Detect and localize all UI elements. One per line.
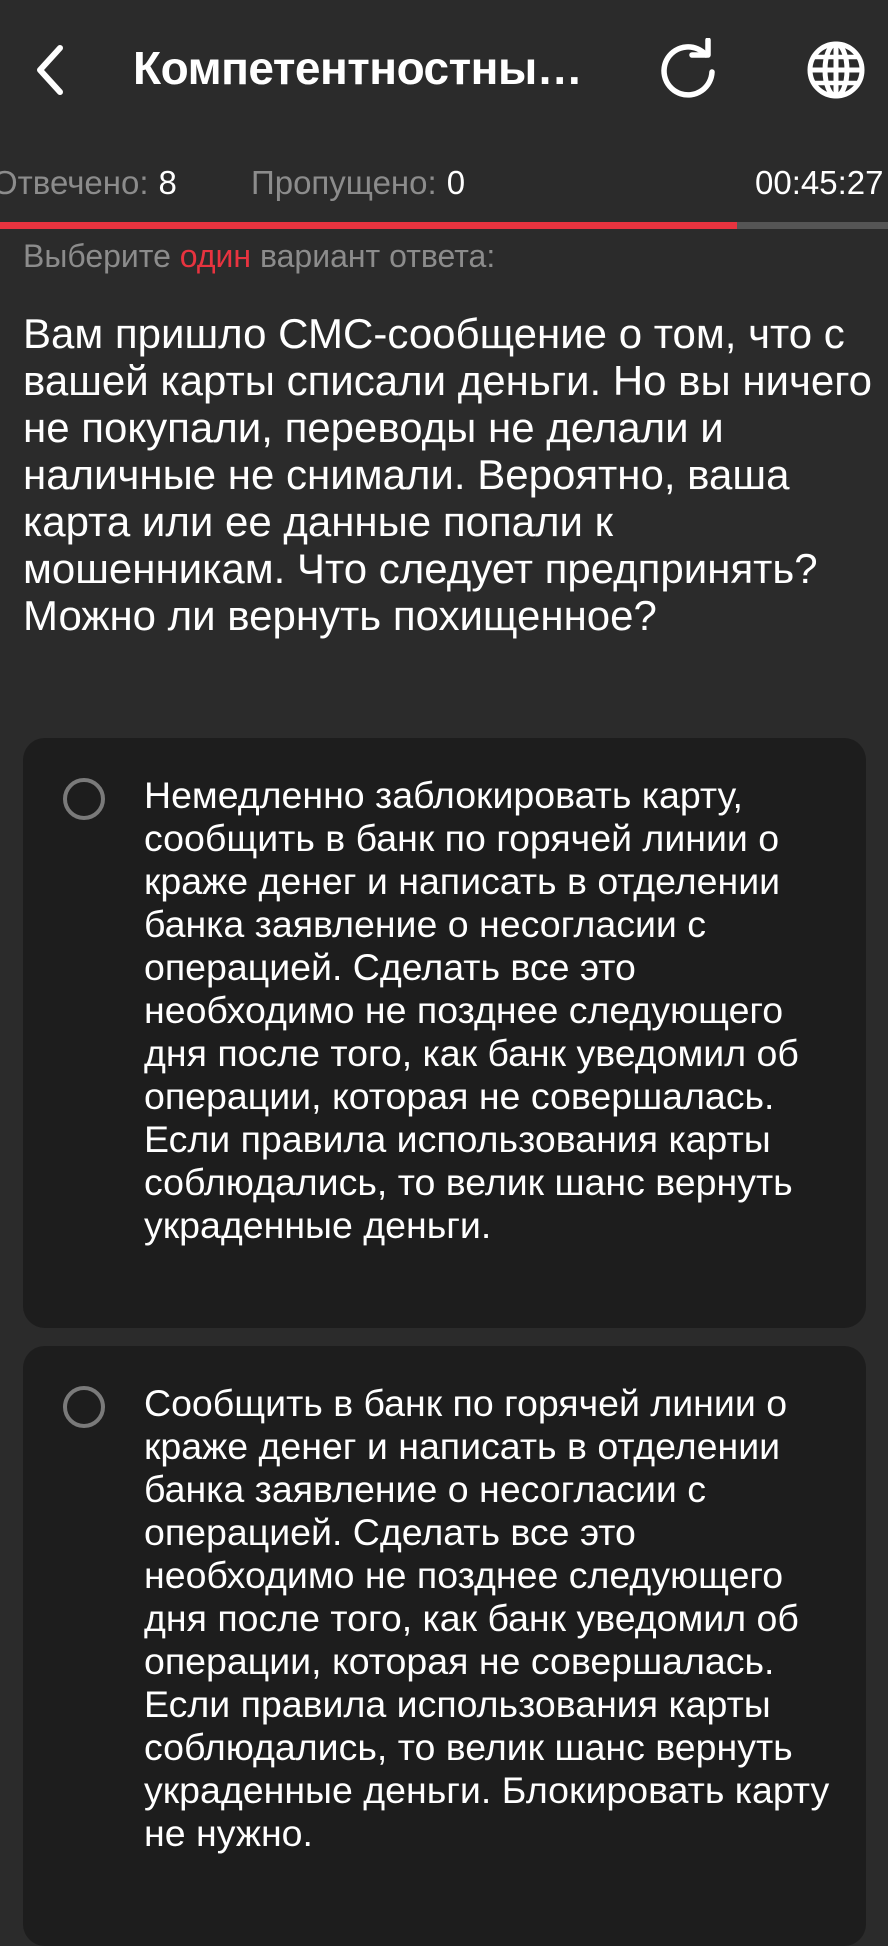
skipped-counter: Пропущено: 0 (251, 158, 465, 208)
refresh-icon (661, 38, 715, 98)
answer-option-1[interactable]: Немедленно заблокировать карту, сообщить… (23, 738, 866, 1328)
chevron-left-icon (37, 45, 63, 95)
page-title: Компетентностны… (133, 42, 583, 94)
app-bar: Компетентностны… (0, 0, 888, 140)
skipped-label: Пропущено: (251, 164, 437, 201)
answer-option-2[interactable]: Сообщить в банк по горячей линии о краже… (23, 1346, 866, 1946)
language-button[interactable] (796, 30, 876, 110)
answer-option-text: Сообщить в банк по горячей линии о краже… (144, 1382, 830, 1854)
refresh-button[interactable] (648, 30, 728, 110)
instruction-accent: один (179, 238, 252, 274)
answer-instruction: Выберите один вариант ответа: (23, 234, 495, 278)
radio-button[interactable] (63, 1386, 105, 1428)
instruction-prefix: Выберите (23, 238, 171, 274)
radio-button[interactable] (63, 778, 105, 820)
back-button[interactable] (18, 30, 82, 110)
progress-bar (0, 222, 888, 229)
skipped-value: 0 (446, 164, 466, 201)
answered-label: Отвечено: (0, 164, 149, 201)
question-text: Вам пришло СМС-сообщение о том, что с ва… (23, 310, 873, 639)
answered-value: 8 (158, 164, 177, 201)
instruction-suffix: вариант ответа: (259, 238, 496, 274)
answer-option-text: Немедленно заблокировать карту, сообщить… (144, 774, 799, 1246)
globe-icon (807, 41, 865, 99)
progress-fill (0, 222, 738, 229)
timer: 00:45:27 (755, 164, 884, 201)
quiz-stats: Отвечено: 8 Пропущено: 0 00:45:27 (0, 158, 888, 210)
answered-counter: Отвечено: 8 (0, 158, 177, 208)
